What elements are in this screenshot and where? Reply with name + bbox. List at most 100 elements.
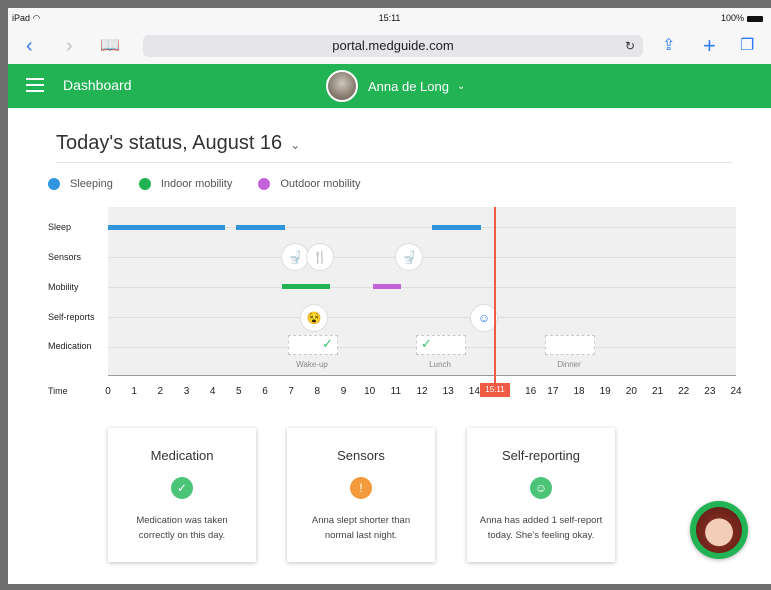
time-tick-label: 11 (390, 386, 402, 397)
avatar (326, 70, 358, 102)
page-title: Today's status, August 16 (56, 132, 283, 154)
sleep-bar[interactable] (432, 225, 481, 230)
medication-slot[interactable]: ✓ (416, 335, 466, 355)
time-tick-label: 21 (651, 386, 664, 397)
time-tick-label: 24 (730, 386, 742, 397)
legend-sleeping: Sleeping (48, 178, 113, 190)
legend: Sleeping Indoor mobility Outdoor mobilit… (48, 178, 386, 190)
app-bar: Dashboard Anna de Long ⌄ (8, 64, 771, 108)
legend-dot (258, 178, 271, 190)
outdoor-mobility-bar[interactable] (373, 284, 401, 289)
legend-dot (48, 178, 60, 190)
medication-slot[interactable] (545, 335, 595, 355)
check-icon: ✓ (171, 477, 193, 499)
new-tab-icon[interactable]: + (703, 35, 716, 57)
check-icon: ✓ (322, 336, 333, 351)
row-label-sensors: Sensors (48, 252, 82, 262)
row-label-medication: Medication (48, 341, 92, 351)
status-bar: iPad ◠ 15:11 100% (8, 8, 771, 28)
row-label-mobility: Mobility (48, 282, 79, 292)
legend-outdoor: Outdoor mobility (258, 178, 360, 190)
time-tick-label: 22 (678, 386, 690, 397)
time-tick-label: 13 (442, 386, 454, 397)
chevron-down-icon: ⌄ (290, 138, 301, 152)
legend-label: Outdoor mobility (280, 178, 361, 190)
sensors-card[interactable]: Sensors ! Anna slept shorter than normal… (287, 428, 435, 562)
sleep-bar[interactable] (236, 225, 285, 230)
clock: 15:11 (378, 13, 401, 23)
exclamation-icon: ! (350, 477, 372, 499)
toilet-icon[interactable]: 🚽 (281, 243, 309, 271)
assistant-button[interactable] (690, 501, 748, 559)
time-tick-label: 4 (209, 386, 216, 397)
self-reporting-card[interactable]: Self-reporting ☺ Anna has added 1 self-r… (467, 428, 615, 562)
card-title: Medication (150, 448, 214, 463)
address-bar[interactable]: portal.medguide.com ↻ (143, 35, 643, 57)
ipad-screen: iPad ◠ 15:11 100% ‹ › 📖 portal.medguide.… (8, 8, 771, 584)
check-icon: ✓ (421, 336, 432, 351)
battery-icon (747, 15, 763, 22)
url-text: portal.medguide.com (332, 38, 454, 53)
tabs-icon[interactable]: ❐ (740, 36, 754, 56)
legend-indoor: Indoor mobility (138, 178, 233, 190)
dizzy-face-icon[interactable]: 😵 (300, 304, 328, 332)
current-time-line (494, 207, 496, 383)
meal-icon[interactable]: 🍴 (306, 243, 334, 271)
app-title: Dashboard (63, 77, 132, 93)
time-tick-label: 7 (288, 386, 294, 397)
time-tick-label: 20 (625, 386, 637, 397)
indoor-mobility-bar[interactable] (282, 284, 330, 289)
bookmarks-icon[interactable]: 📖 (100, 36, 120, 56)
time-tick-label: 12 (416, 386, 428, 397)
user-menu[interactable]: Anna de Long ⌄ (326, 70, 466, 102)
time-tick-label: 0 (105, 386, 111, 397)
time-tick-label: 5 (236, 386, 242, 397)
battery-indicator: 100% (721, 13, 763, 23)
time-tick-label: 17 (547, 386, 559, 397)
sleep-bar[interactable] (108, 225, 225, 230)
time-tick-label: 2 (157, 386, 164, 397)
card-title: Self-reporting (501, 448, 581, 463)
smiley-icon: ☺ (530, 477, 552, 499)
time-tick-label: 8 (314, 386, 321, 397)
medication-slot-label: Lunch (429, 360, 451, 369)
medication-card[interactable]: Medication ✓ Medication was taken correc… (108, 428, 256, 562)
card-title: Sensors (337, 448, 385, 463)
card-body: Medication was taken correctly on this d… (136, 515, 228, 541)
row-label-sleep: Sleep (48, 222, 72, 232)
reload-icon[interactable]: ↻ (625, 35, 635, 57)
medication-slot-label: Dinner (557, 360, 581, 369)
share-icon[interactable]: ⇪ (662, 36, 675, 56)
medication-slot[interactable]: ✓ (288, 335, 338, 355)
forward-icon[interactable]: › (66, 36, 73, 56)
assistant-avatar-icon (696, 507, 742, 553)
time-tick-label: 6 (262, 386, 268, 397)
time-tick-label: 1 (131, 386, 137, 397)
time-tick-label: 16 (525, 386, 537, 397)
medication-slot-label: Wake-up (296, 360, 328, 369)
card-body: Anna slept shorter than normal last nigh… (311, 515, 411, 541)
row-line (108, 287, 736, 288)
legend-label: Indoor mobility (160, 178, 233, 190)
legend-label: Sleeping (70, 178, 113, 190)
time-tick-label: 10 (364, 386, 376, 397)
time-tick-label: 18 (573, 386, 585, 397)
toilet-icon[interactable]: 🚽 (395, 243, 423, 271)
date-selector[interactable]: Today's status, August 16 ⌄ (56, 132, 300, 155)
menu-icon[interactable] (26, 78, 44, 92)
browser-toolbar: ‹ › 📖 portal.medguide.com ↻ ⇪ + ❐ (8, 28, 771, 65)
time-tick-label: 23 (704, 386, 716, 397)
time-axis (108, 375, 736, 376)
chevron-down-icon: ⌄ (456, 80, 466, 92)
current-time-label: 15:11 (480, 383, 510, 397)
time-tick-label: 19 (599, 386, 611, 397)
card-body: Anna has added 1 self-report today. She'… (479, 515, 603, 541)
row-line (108, 317, 736, 318)
row-label-time: Time (48, 386, 68, 396)
row-label-self-reports: Self-reports (48, 312, 95, 322)
back-icon[interactable]: ‹ (26, 36, 33, 56)
user-name: Anna de Long (368, 78, 449, 94)
legend-dot (138, 178, 151, 190)
divider (56, 162, 732, 163)
time-tick-label: 9 (340, 386, 347, 397)
